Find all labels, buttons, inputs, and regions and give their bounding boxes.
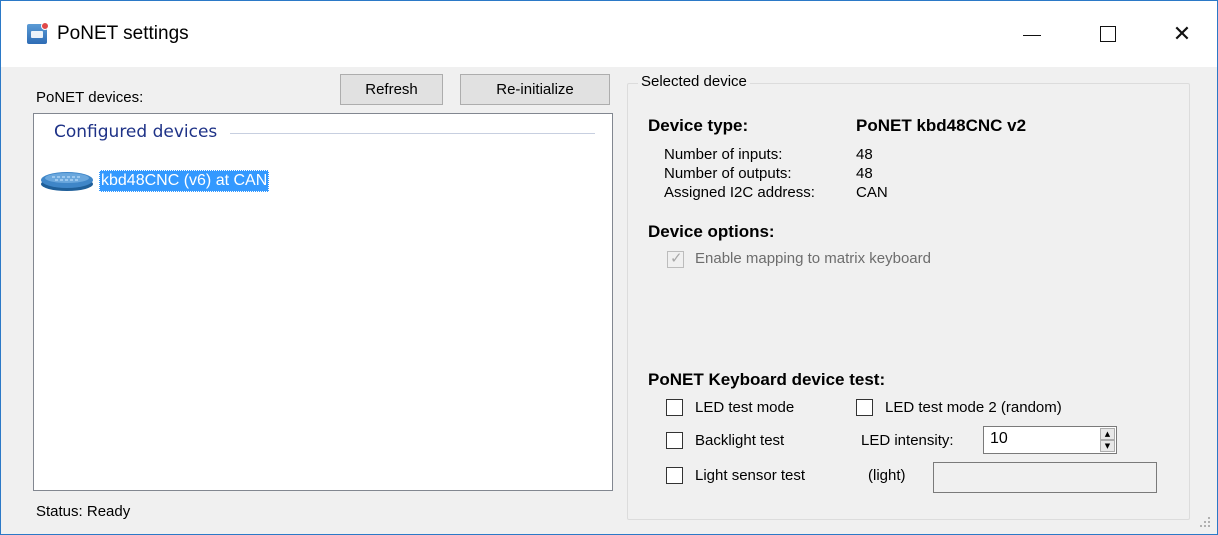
- refresh-button[interactable]: Refresh: [340, 74, 443, 105]
- spin-up-icon[interactable]: ▲: [1100, 428, 1115, 440]
- device-type-label: Device type:: [648, 116, 749, 135]
- minimize-button[interactable]: [1009, 1, 1055, 67]
- light-sensor-test-checkbox[interactable]: [666, 467, 683, 484]
- group-divider: [230, 133, 595, 134]
- selected-device-title: Selected device: [638, 73, 750, 90]
- led-test-mode-checkbox[interactable]: [666, 399, 683, 416]
- check-icon: ✓: [670, 249, 683, 267]
- maximize-icon: [1100, 26, 1116, 42]
- close-icon: ✕: [1172, 21, 1192, 47]
- backlight-test-checkbox[interactable]: [666, 432, 683, 449]
- maximize-button[interactable]: [1085, 1, 1131, 67]
- ponet-devices-label: PoNET devices:: [36, 89, 144, 106]
- backlight-test-label: Backlight test: [695, 432, 785, 449]
- led-intensity-spinner[interactable]: 10 ▲ ▼: [983, 426, 1117, 454]
- spinner-buttons: ▲ ▼: [1100, 428, 1115, 452]
- minimize-icon: [1023, 34, 1041, 36]
- reinitialize-button[interactable]: Re-initialize: [460, 74, 610, 105]
- device-options-heading: Device options:: [648, 222, 775, 241]
- led-test-mode-label: LED test mode: [695, 399, 795, 416]
- keyboard-test-heading: PoNET Keyboard device test:: [648, 370, 886, 389]
- title-bar[interactable]: PoNET settings ✕: [1, 1, 1217, 67]
- outputs-value: 48: [856, 165, 873, 182]
- device-list[interactable]: Configured devices kbd48CNC (v6) at CAN: [33, 113, 613, 491]
- light-label: (light): [868, 467, 906, 484]
- keyboard-device-icon: [41, 172, 93, 191]
- configured-devices-header: Configured devices: [54, 122, 218, 142]
- close-button[interactable]: ✕: [1159, 1, 1205, 67]
- inputs-label: Number of inputs:: [664, 146, 783, 163]
- outputs-label: Number of outputs:: [664, 165, 792, 182]
- led-intensity-label: LED intensity:: [861, 432, 954, 449]
- enable-mapping-label: Enable mapping to matrix keyboard: [695, 250, 931, 267]
- window-title: PoNET settings: [57, 23, 189, 44]
- address-label: Assigned I2C address:: [664, 184, 815, 201]
- inputs-value: 48: [856, 146, 873, 163]
- spin-down-icon[interactable]: ▼: [1100, 440, 1115, 452]
- status-text: Status: Ready: [36, 503, 131, 520]
- led-test-mode-2-checkbox[interactable]: [856, 399, 873, 416]
- device-list-item[interactable]: kbd48CNC (v6) at CAN: [99, 170, 270, 192]
- light-sensor-test-label: Light sensor test: [695, 467, 806, 484]
- ponet-settings-window: PoNET settings ✕ PoNET devices: Refresh …: [0, 0, 1218, 535]
- app-icon: [27, 22, 49, 44]
- address-value: CAN: [856, 184, 888, 201]
- enable-mapping-checkbox[interactable]: ✓: [667, 249, 684, 268]
- resize-grip-icon[interactable]: [1199, 516, 1211, 528]
- light-value-field: [933, 462, 1157, 493]
- led-test-mode-2-label: LED test mode 2 (random): [885, 399, 1062, 416]
- led-intensity-value: 10: [990, 430, 1008, 447]
- device-type-value: PoNET kbd48CNC v2: [856, 116, 1027, 135]
